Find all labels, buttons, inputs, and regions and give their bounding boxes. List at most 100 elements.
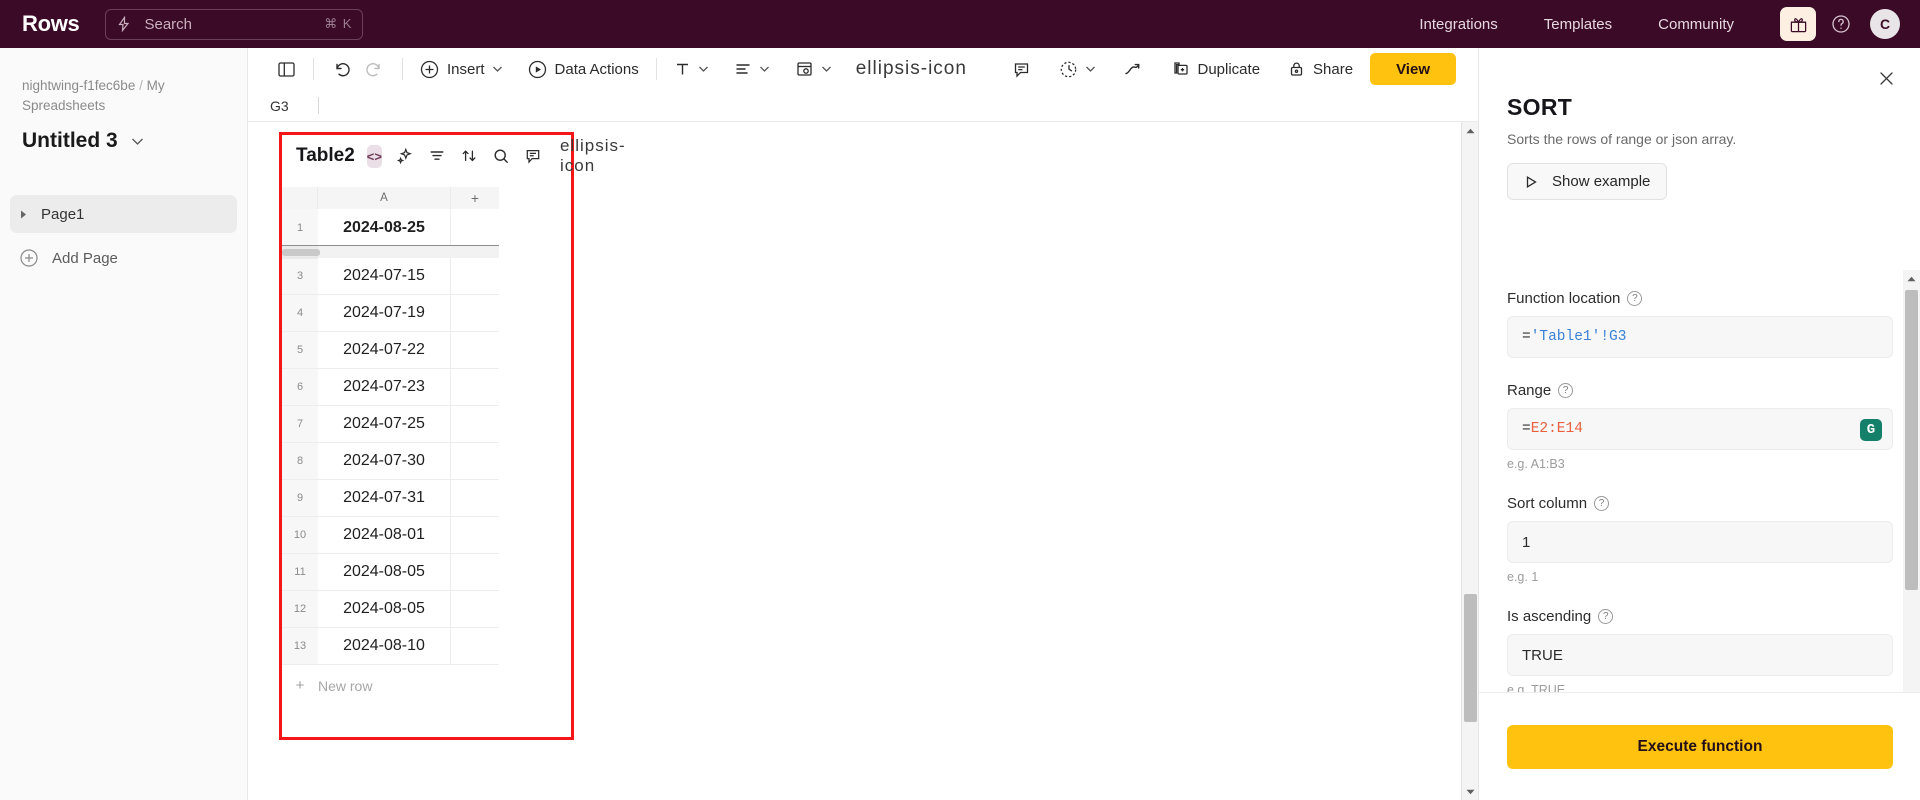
table-cell[interactable]: 2024-08-25: [318, 209, 451, 246]
code-view-toggle[interactable]: <>: [366, 144, 382, 168]
row-number[interactable]: 13: [282, 628, 318, 665]
table-more-button[interactable]: ellipsis-icon: [560, 136, 626, 176]
nav-integrations[interactable]: Integrations: [1419, 16, 1497, 33]
row-number[interactable]: 12: [282, 591, 318, 628]
add-page-button[interactable]: Add Page: [10, 239, 237, 277]
document-title-row[interactable]: Untitled 3: [22, 129, 225, 153]
table-row[interactable]: 13 2024-08-10: [282, 628, 499, 665]
table-cell[interactable]: 2024-08-01: [318, 517, 451, 554]
table-cell[interactable]: 2024-08-10: [318, 628, 451, 665]
scroll-up-arrow-icon[interactable]: [1903, 270, 1920, 287]
show-example-button[interactable]: Show example: [1507, 163, 1667, 200]
sidebar-item-page1[interactable]: Page1: [10, 195, 237, 234]
row-number[interactable]: 6: [282, 369, 318, 406]
table-cell-empty[interactable]: [451, 517, 499, 554]
table-row[interactable]: 3 2024-07-15: [282, 258, 499, 295]
row-number[interactable]: 8: [282, 443, 318, 480]
range-input[interactable]: = E2:E14 G: [1507, 408, 1893, 450]
row-number[interactable]: 4: [282, 295, 318, 332]
trend-icon[interactable]: [1116, 54, 1149, 84]
global-search-input[interactable]: Search ⌘ K: [105, 8, 364, 40]
ai-sparkle-icon[interactable]: [396, 145, 414, 167]
table-row[interactable]: 5 2024-07-22: [282, 332, 499, 369]
row-number[interactable]: 7: [282, 406, 318, 443]
row-number[interactable]: 1: [282, 209, 318, 246]
grid-corner[interactable]: [282, 187, 318, 209]
table-cell[interactable]: 2024-07-31: [318, 480, 451, 517]
table-cell-empty[interactable]: [451, 554, 499, 591]
sheet-vertical-scrollbar[interactable]: [1461, 122, 1478, 800]
table-cell-empty[interactable]: [451, 295, 499, 332]
table-row[interactable]: 4 2024-07-19: [282, 295, 499, 332]
panel-vertical-scrollbar[interactable]: [1903, 270, 1920, 740]
chevron-down-icon[interactable]: [698, 66, 708, 72]
duplicate-button[interactable]: Duplicate: [1165, 54, 1268, 84]
chevron-down-icon[interactable]: [1085, 66, 1095, 72]
scrollbar-thumb[interactable]: [1905, 290, 1918, 590]
table-cell-empty[interactable]: [451, 209, 499, 246]
chevron-down-icon[interactable]: [492, 66, 502, 72]
table-cell[interactable]: 2024-08-05: [318, 591, 451, 628]
function-location-input[interactable]: = 'Table1'!G3: [1507, 316, 1893, 358]
avatar[interactable]: C: [1870, 9, 1900, 39]
table-cell[interactable]: 2024-07-19: [318, 295, 451, 332]
table-cell-empty[interactable]: [451, 369, 499, 406]
insert-button[interactable]: Insert: [413, 54, 509, 84]
table-row[interactable]: 6 2024-07-23: [282, 369, 499, 406]
chevron-down-icon[interactable]: [759, 66, 769, 72]
question-circle-icon[interactable]: ?: [1627, 291, 1643, 306]
new-row-button[interactable]: + New row: [282, 669, 499, 702]
table-row[interactable]: 12 2024-08-05: [282, 591, 499, 628]
chevron-down-icon[interactable]: [821, 66, 831, 72]
cell-reference[interactable]: G3: [248, 98, 304, 114]
chevron-right-icon[interactable]: [20, 210, 27, 219]
scrollbar-thumb[interactable]: [282, 249, 320, 256]
toolbar-more-button[interactable]: ellipsis-icon: [848, 58, 975, 80]
row-number[interactable]: 5: [282, 332, 318, 369]
grid-horizontal-scrollbar[interactable]: [282, 245, 499, 259]
filter-icon[interactable]: [428, 145, 446, 167]
question-circle-icon[interactable]: ?: [1598, 609, 1614, 624]
table-cell[interactable]: 2024-08-05: [318, 554, 451, 591]
view-button[interactable]: View: [1370, 53, 1456, 85]
search-icon[interactable]: [492, 145, 510, 167]
scrollbar-thumb[interactable]: [1464, 594, 1477, 722]
column-header-a[interactable]: A: [318, 187, 451, 209]
row-number[interactable]: 11: [282, 554, 318, 591]
undo-icon[interactable]: [324, 54, 358, 84]
share-button[interactable]: Share: [1281, 54, 1360, 84]
table-name[interactable]: Table2: [296, 145, 355, 167]
table-row[interactable]: 9 2024-07-31: [282, 480, 499, 517]
execute-function-button[interactable]: Execute function: [1507, 724, 1893, 769]
gift-icon[interactable]: [1780, 7, 1816, 41]
table-cell-empty[interactable]: [451, 480, 499, 517]
grammarly-icon[interactable]: G: [1860, 419, 1882, 441]
chevron-down-icon[interactable]: [131, 138, 143, 145]
question-circle-icon[interactable]: [1828, 11, 1854, 37]
table-row[interactable]: 11 2024-08-05: [282, 554, 499, 591]
table-cell[interactable]: 2024-07-25: [318, 406, 451, 443]
text-format-icon[interactable]: [667, 54, 715, 84]
is-ascending-input[interactable]: TRUE: [1507, 634, 1893, 676]
align-icon[interactable]: [727, 54, 776, 84]
table-row[interactable]: 1 2024-08-25: [282, 209, 499, 246]
scroll-up-arrow-icon[interactable]: [1462, 122, 1478, 139]
scroll-down-arrow-icon[interactable]: [1462, 783, 1478, 800]
history-icon[interactable]: [1052, 54, 1102, 84]
question-circle-icon[interactable]: ?: [1594, 496, 1610, 511]
sort-icon[interactable]: [460, 145, 478, 167]
row-number[interactable]: 3: [282, 258, 318, 295]
table-cell[interactable]: 2024-07-30: [318, 443, 451, 480]
table-cell-empty[interactable]: [451, 591, 499, 628]
comment-icon[interactable]: [1005, 54, 1038, 84]
data-grid[interactable]: A + 1 2024-08-25 3 2024-07-15 4 2024-07-19 5 20…: [282, 187, 499, 702]
table-cell-empty[interactable]: [451, 406, 499, 443]
comment-icon[interactable]: [524, 145, 542, 167]
row-number[interactable]: 9: [282, 480, 318, 517]
breadcrumb-workspace[interactable]: nightwing-f1fec6be: [22, 78, 135, 93]
table-cell[interactable]: 2024-07-22: [318, 332, 451, 369]
cell-style-icon[interactable]: [788, 54, 838, 84]
question-circle-icon[interactable]: ?: [1558, 383, 1574, 398]
sidebar-toggle-icon[interactable]: [270, 54, 303, 84]
data-actions-button[interactable]: Data Actions: [521, 54, 646, 84]
